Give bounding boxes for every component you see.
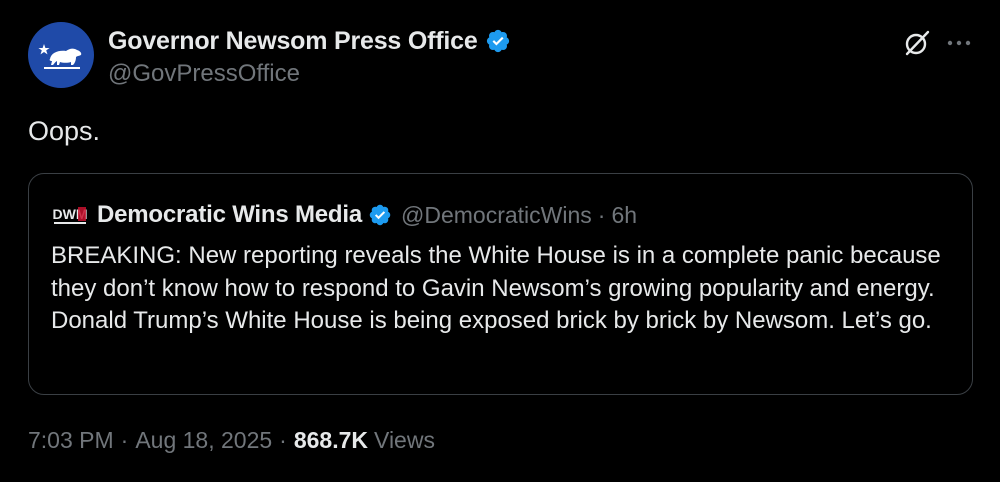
quoted-author-display-name[interactable]: Democratic Wins Media (97, 201, 362, 229)
avatar[interactable] (28, 22, 94, 88)
verified-badge-icon[interactable] (485, 28, 511, 54)
author-display-name[interactable]: Governor Newsom Press Office (108, 27, 478, 56)
quoted-author-handle[interactable]: @DemocraticWins (401, 202, 592, 229)
tweet-time[interactable]: 7:03 PM (28, 427, 114, 454)
separator-dot: · (597, 201, 606, 228)
author-handle[interactable]: @GovPressOffice (108, 60, 511, 88)
views-count: 868.7K (293, 427, 369, 453)
author-info: Governor Newsom Press Office @GovPressOf… (108, 24, 511, 88)
tweet-text: Oops. (28, 116, 101, 146)
separator-dot: · (279, 427, 287, 453)
display-name-row: Governor Newsom Press Office (108, 24, 511, 58)
verified-badge-icon[interactable] (368, 203, 392, 227)
tweet-header: Governor Newsom Press Office @GovPressOf… (28, 22, 972, 92)
top-actions (902, 28, 972, 58)
tweet-date[interactable]: Aug 18, 2025 (135, 427, 272, 454)
quoted-tweet-text: BREAKING: New reporting reveals the Whit… (51, 242, 941, 334)
california-bear-flag-icon (38, 44, 82, 69)
quoted-tweet-card[interactable]: DWM Democratic Wins Media @DemocraticWin… (28, 173, 973, 395)
grok-icon[interactable] (902, 28, 932, 58)
quoted-tweet-time[interactable]: 6h (611, 202, 637, 229)
tweet-meta: 7:03 PM · Aug 18, 2025 · 868.7K Views (28, 427, 435, 454)
views-label: Views (374, 427, 435, 453)
more-icon[interactable] (946, 38, 972, 48)
quoted-tweet-header: DWM Democratic Wins Media @DemocraticWin… (51, 198, 638, 232)
dwm-logo-icon[interactable]: DWM (51, 200, 89, 230)
separator-dot: · (120, 427, 129, 453)
